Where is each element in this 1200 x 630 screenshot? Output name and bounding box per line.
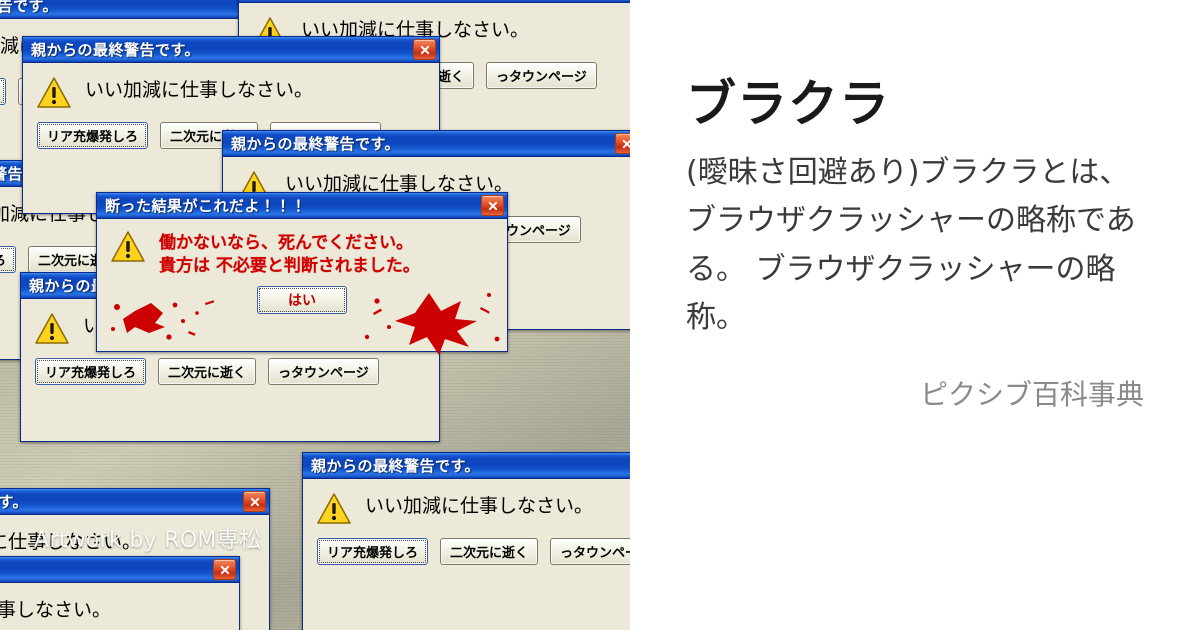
dialog-title: 親からの最終警告です。 <box>0 559 213 580</box>
close-icon[interactable] <box>243 491 266 512</box>
death-message-block: 働かないなら、死んでください。 貴方は 不必要と判断されました。 <box>159 231 420 278</box>
button-riajuu[interactable]: リア充爆発しろ <box>0 246 17 273</box>
dialog-titlebar[interactable]: 親からの最終警告です。 <box>303 453 630 479</box>
button-hai[interactable]: はい <box>257 285 347 314</box>
dialog-titlebar[interactable]: 親からの最終警告です。 <box>23 37 439 63</box>
info-panel: ブラクラ (曖昧さ回避あり)ブラクラとは、ブラウザクラッシャーの略称である。 ブ… <box>630 0 1200 630</box>
warning-triangle-icon <box>35 313 69 344</box>
close-icon[interactable] <box>615 133 630 154</box>
warning-dialog-bottom-right[interactable]: 親からの最終警告です。 いい加減に仕事しなさい。 リア充爆発しろ 二次元に逝く … <box>302 452 630 630</box>
dialog-title: 親からの最終警告です。 <box>311 457 481 475</box>
button-riajuu[interactable]: リア充爆発しろ <box>0 78 7 105</box>
death-dialog-button-row: はい <box>97 278 507 326</box>
warning-triangle-icon <box>317 493 351 524</box>
death-message-line2: 貴方は 不必要と判断されました。 <box>159 256 420 277</box>
warning-triangle-icon <box>37 77 71 108</box>
warning-dialog-bottom-strip[interactable]: 親からの最終警告です。 いい加減に仕事しなさい。 リア充爆発しろ 二次元に逝く … <box>0 556 240 630</box>
page-root: 親からの最終警告です。 いい加減に仕事しなさい。 リア充爆発しろ 二次元に逝く … <box>0 0 1200 630</box>
dialog-title: 断った結果がこれだよ！！！ <box>105 197 307 215</box>
button-townpage[interactable]: っタウンページ <box>268 358 379 385</box>
button-townpage[interactable]: っタウンページ <box>486 62 597 89</box>
dialog-body: いい加減に仕事しなさい。 <box>0 583 239 628</box>
close-icon[interactable] <box>213 559 236 580</box>
dialog-message: いい加減に仕事しなさい。 <box>0 599 112 621</box>
dialog-title: 親からの最終警告です。 <box>231 135 401 153</box>
dialog-titlebar[interactable]: 親からの最終警告です。 <box>0 557 239 583</box>
close-icon[interactable] <box>413 39 436 60</box>
dialog-title: 親からの最終警告です。 <box>0 0 59 15</box>
button-nijigen[interactable]: 二次元に逝く <box>440 538 539 565</box>
death-dialog[interactable]: 断った結果がこれだよ！！！ 働かないなら、死んでください。 貴方は 不必要と判断… <box>96 192 508 355</box>
death-message-line1: 働かないなら、死んでください。 <box>159 233 414 253</box>
button-nijigen[interactable]: 二次元に逝く <box>158 358 257 385</box>
dialog-title: 親からの最終警告です。 <box>31 41 201 59</box>
dialog-body: いい加減に仕事しなさい。 <box>303 479 630 524</box>
source-attribution: ピクシブ百科事典 <box>919 377 1144 411</box>
warning-triangle-icon <box>111 231 145 262</box>
dialog-titlebar[interactable]: 親からの最終警告です。 <box>0 489 269 515</box>
dialog-title: 親からの最終警告です。 <box>0 493 29 511</box>
dialog-body: いい加減に仕事しなさい。 <box>23 63 439 108</box>
dialog-button-row: リア充爆発しろ 二次元に逝く っタウンページ <box>303 524 630 577</box>
dialog-message: いい加減に仕事しなさい。 <box>365 495 594 517</box>
dialog-titlebar[interactable]: 親からの最終警告です。 <box>223 131 630 157</box>
artwork-credit-watermark: Artwork by ROM専松 <box>34 528 262 553</box>
dialog-body: 働かないなら、死んでください。 貴方は 不必要と判断されました。 <box>97 219 507 278</box>
page-description: (曖昧さ回避あり)ブラクラとは、ブラウザクラッシャーの略称である。 ブラウザクラ… <box>686 154 1136 336</box>
close-icon[interactable] <box>481 195 504 216</box>
dialog-titlebar[interactable]: 断った結果がこれだよ！！！ <box>97 193 507 219</box>
button-townpage[interactable]: っタウンページ <box>550 538 630 565</box>
artwork-panel: 親からの最終警告です。 いい加減に仕事しなさい。 リア充爆発しろ 二次元に逝く … <box>0 0 630 630</box>
dialog-message: いい加減に仕事しなさい。 <box>85 79 314 101</box>
page-title: ブラクラ <box>686 75 890 133</box>
button-riajuu[interactable]: リア充爆発しろ <box>35 358 147 385</box>
button-riajuu[interactable]: リア充爆発しろ <box>37 122 149 149</box>
button-riajuu[interactable]: リア充爆発しろ <box>317 538 429 565</box>
